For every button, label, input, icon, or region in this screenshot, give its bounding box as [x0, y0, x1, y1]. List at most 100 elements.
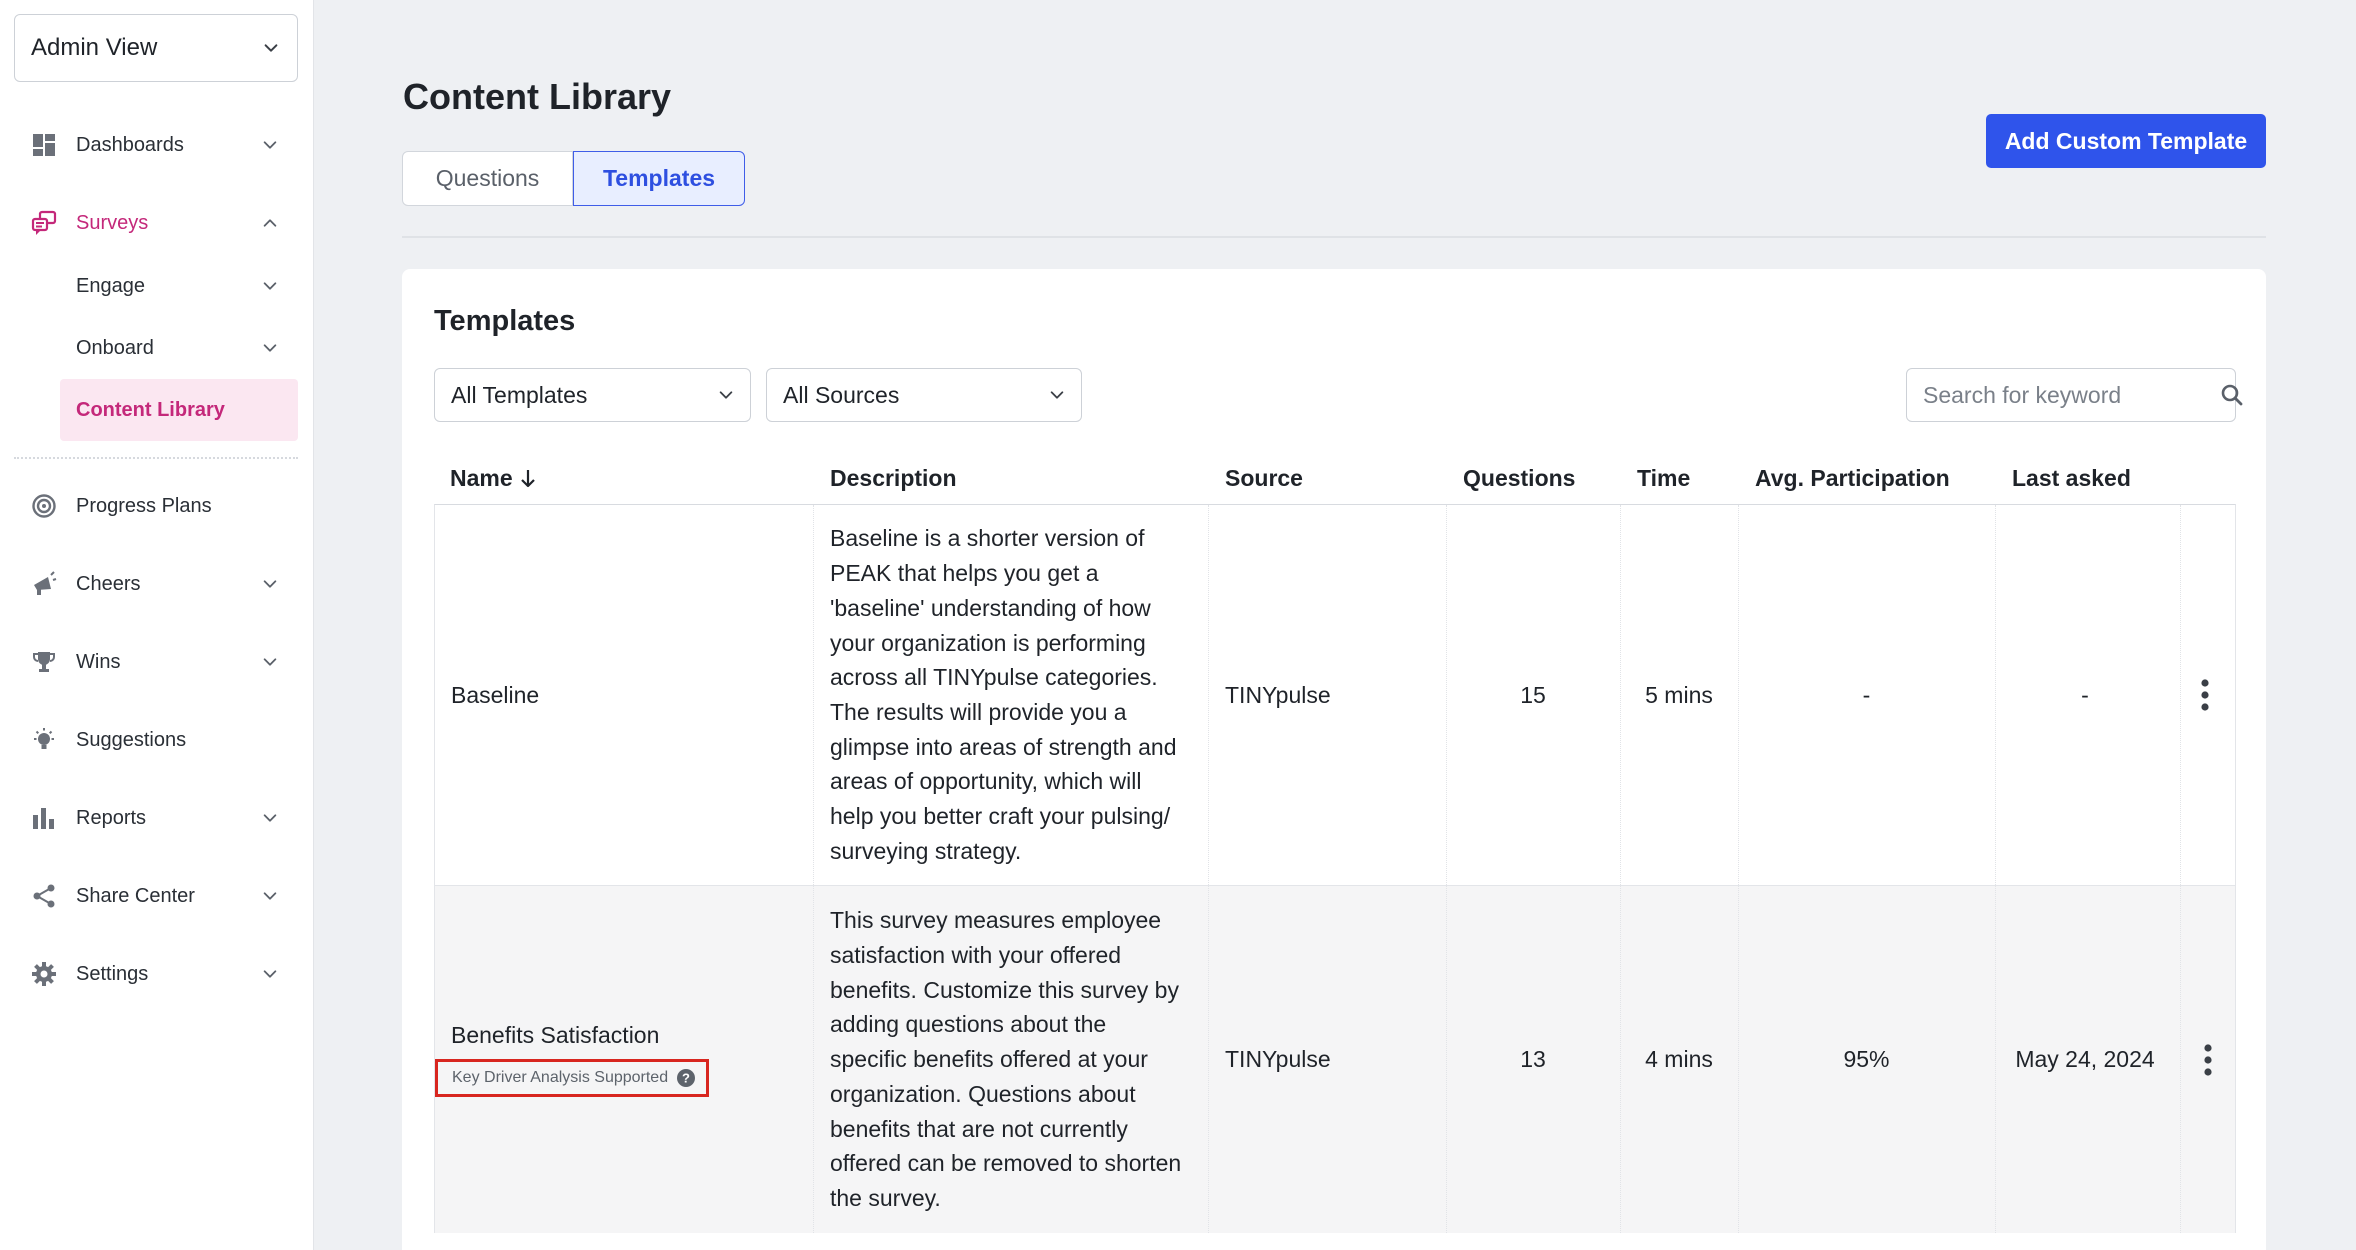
sidebar-item-engage[interactable]: Engage [60, 255, 298, 317]
sidebar-item-label: Reports [76, 806, 147, 829]
column-header-name[interactable]: Name [450, 452, 539, 504]
table-header: Name Description Source Questions Time A… [434, 452, 2236, 504]
template-last-asked: - [2081, 681, 2089, 708]
sidebar-item-cheers[interactable]: Cheers [14, 553, 298, 615]
description-line: The results will provide you a [830, 699, 1127, 725]
search-icon[interactable] [2219, 382, 2245, 408]
survey-icon [30, 209, 58, 237]
chevron-down-icon [260, 574, 280, 594]
view-select[interactable]: Admin View [14, 14, 298, 82]
description-line: areas of opportunity, which will [830, 768, 1142, 795]
target-icon [30, 492, 58, 520]
trophy-icon [30, 648, 58, 676]
description-line: This survey measures employee [830, 907, 1162, 934]
description-line: specific benefits offered at your [830, 1046, 1148, 1073]
table-row[interactable]: Baseline Baseline is a shorter version o… [435, 505, 2235, 885]
column-header-last-asked: Last asked [2012, 464, 2131, 491]
column-divider [813, 886, 814, 1233]
sidebar-item-onboard[interactable]: Onboard [60, 317, 298, 379]
templates-card: Templates All Templates All Sources Name… [402, 269, 2266, 1250]
sidebar-item-label: Share Center [76, 884, 195, 907]
sidebar-item-label: Suggestions [76, 728, 187, 751]
template-name[interactable]: Benefits Satisfaction [435, 1022, 659, 1049]
lightbulb-icon [30, 726, 58, 754]
chevron-down-icon [260, 808, 280, 828]
template-question-count: 13 [1520, 1046, 1546, 1072]
sidebar-item-settings[interactable]: Settings [14, 943, 298, 1005]
templates-filter-dropdown[interactable]: All Templates [434, 368, 751, 422]
template-question-count: 15 [1520, 681, 1546, 708]
description-line: glimpse into areas of strength and [830, 733, 1177, 760]
column-divider [813, 505, 814, 885]
template-name[interactable]: Baseline [451, 505, 811, 885]
column-header-questions: Questions [1463, 464, 1576, 491]
sidebar-item-label: Engage [76, 274, 145, 297]
row-actions [2180, 505, 2230, 885]
template-participation: - [1862, 681, 1871, 708]
sidebar-item-label: Onboard [76, 336, 154, 359]
chevron-down-icon [261, 38, 281, 58]
template-source: TINYpulse [1225, 681, 1331, 708]
tab-templates[interactable]: Templates [573, 151, 745, 206]
badge-label: Key Driver Analysis Supported [452, 1069, 669, 1086]
description-line: across all TINYpulse categories. [830, 664, 1158, 691]
sidebar-item-progress-plans[interactable]: Progress Plans [14, 475, 298, 537]
description-line: organization. Questions about [830, 1080, 1136, 1107]
chevron-down-icon [260, 338, 280, 358]
sidebar-item-content-library[interactable]: Content Library [60, 379, 298, 441]
chevron-down-icon [716, 385, 736, 405]
template-name-cell: Benefits Satisfaction Key Driver Analysi… [435, 886, 811, 1233]
page-title: Content Library [403, 76, 672, 117]
sidebar-item-label: Cheers [76, 572, 141, 595]
column-header-time: Time [1637, 464, 1691, 491]
template-time: 4 mins [1645, 1046, 1713, 1072]
gear-icon [30, 960, 58, 988]
description-line: the survey. [830, 1184, 941, 1211]
tab-bar: Questions Templates [402, 151, 745, 206]
description-line: 'baseline' understanding of how [830, 594, 1151, 621]
description-line: adding questions about the [830, 1011, 1107, 1038]
sidebar-item-suggestions[interactable]: Suggestions [14, 709, 298, 771]
tab-questions[interactable]: Questions [402, 151, 573, 206]
header-divider [402, 236, 2266, 238]
chevron-down-icon [260, 964, 280, 984]
column-header-source: Source [1225, 464, 1303, 491]
more-options-icon[interactable] [2201, 1040, 2215, 1080]
sources-filter-dropdown[interactable]: All Sources [766, 368, 1082, 422]
template-source: TINYpulse [1225, 1046, 1331, 1072]
chevron-down-icon [1047, 385, 1067, 405]
sidebar-item-label: Dashboards [76, 133, 184, 156]
template-participation: 95% [1843, 1046, 1890, 1072]
sidebar-item-label: Content Library [76, 398, 225, 421]
description-line: satisfaction with your offered [830, 942, 1122, 969]
description-line: benefits. Customize this survey by [830, 976, 1179, 1003]
sidebar-item-label: Progress Plans [76, 494, 212, 517]
sidebar: Admin View Dashboards Surveys Engage Onb… [0, 0, 314, 1250]
help-icon[interactable]: ? [676, 1068, 696, 1088]
sidebar-divider [14, 457, 298, 459]
sidebar-item-dashboards[interactable]: Dashboards [14, 114, 298, 176]
template-time: 5 mins [1645, 681, 1713, 708]
search-input[interactable] [1923, 381, 2219, 409]
more-options-icon[interactable] [2198, 675, 2212, 715]
description-line: surveying strategy. [830, 837, 1022, 864]
chevron-down-icon [260, 135, 280, 155]
dropdown-value: All Templates [451, 381, 588, 408]
description-line: help you better craft your pulsing/ [830, 803, 1171, 830]
sidebar-item-wins[interactable]: Wins [14, 631, 298, 693]
megaphone-icon [30, 570, 58, 598]
description-line: offered can be removed to shorten [830, 1150, 1182, 1177]
sidebar-item-reports[interactable]: Reports [14, 787, 298, 849]
chevron-down-icon [260, 886, 280, 906]
row-actions [2180, 886, 2236, 1233]
sidebar-item-surveys[interactable]: Surveys [14, 192, 298, 254]
add-custom-template-button[interactable]: Add Custom Template [1986, 114, 2266, 168]
column-header-avg-participation: Avg. Participation [1755, 464, 1950, 491]
view-select-label: Admin View [31, 34, 158, 61]
column-divider [1208, 505, 1209, 885]
template-description: This survey measures employee satisfacti… [830, 886, 1200, 1233]
table-row[interactable]: Benefits Satisfaction Key Driver Analysi… [435, 885, 2235, 1233]
chevron-down-icon [260, 652, 280, 672]
sidebar-item-share-center[interactable]: Share Center [14, 865, 298, 927]
description-line: your organization is performing [830, 629, 1146, 656]
